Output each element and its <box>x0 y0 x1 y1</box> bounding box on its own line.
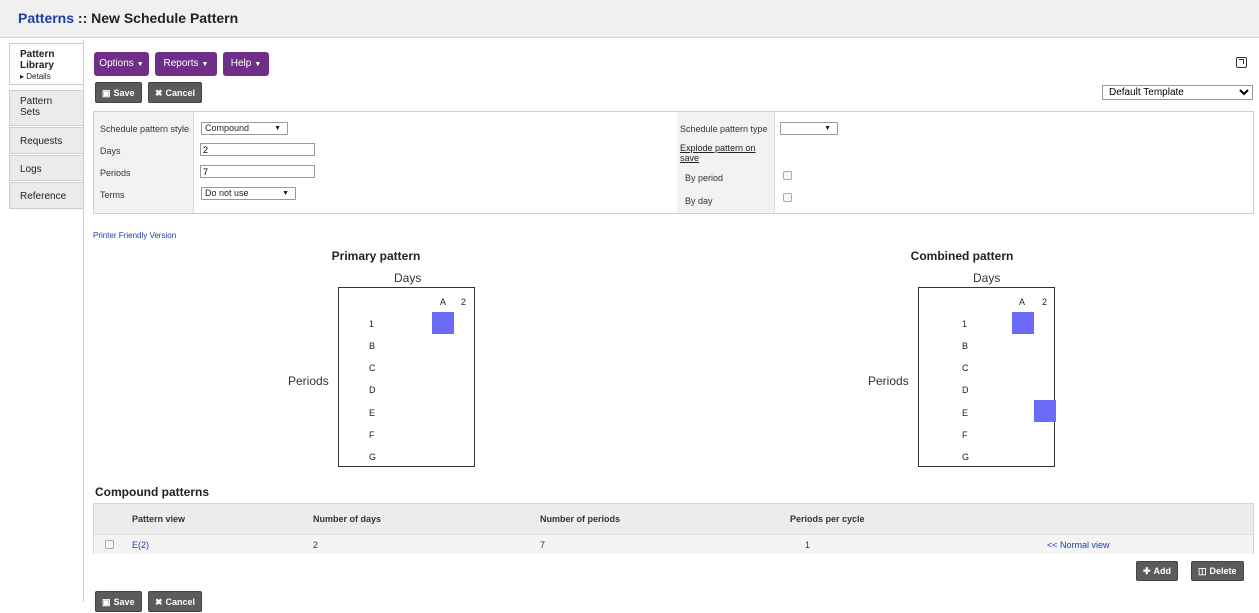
tab-label: Logs <box>20 164 42 175</box>
number-of-days-cell: 2 <box>313 540 319 550</box>
tab-pattern-library[interactable]: Pattern Library ▸ Details <box>9 43 84 85</box>
tab-requests[interactable]: Requests <box>9 127 84 154</box>
save-button[interactable]: ▣ Save <box>95 82 142 103</box>
table-row[interactable]: E(2) 2 7 1 << Normal view <box>94 534 1253 554</box>
period-header: D <box>369 385 376 395</box>
periods-field[interactable] <box>200 165 315 178</box>
style-label: Schedule pattern style <box>100 124 190 134</box>
reports-menu-button[interactable]: Reports ▼ <box>155 52 217 76</box>
period-header: B <box>369 341 376 351</box>
period-header: B <box>962 341 969 351</box>
chevron-down-icon: ▼ <box>136 61 144 68</box>
chevron-down-icon: ▼ <box>282 190 289 197</box>
tab-reference[interactable]: Reference <box>9 182 84 209</box>
by-period-checkbox[interactable] <box>783 171 792 180</box>
page-title: Patterns :: New Schedule Pattern <box>18 10 239 26</box>
day-header: 2 <box>461 297 467 307</box>
by-day-label: By day <box>685 196 713 206</box>
tab-label: Pattern Sets <box>20 96 53 118</box>
trash-icon: ◫ <box>1198 566 1207 576</box>
chevron-down-icon: ▼ <box>824 125 831 132</box>
add-button[interactable]: ✚ Add <box>1136 561 1179 581</box>
period-header: F <box>962 430 968 440</box>
by-period-label: By period <box>685 173 724 183</box>
column-header[interactable]: Periods per cycle <box>790 514 865 524</box>
chevron-down-icon: ▼ <box>274 125 281 132</box>
pattern-cell[interactable] <box>1034 400 1056 422</box>
primary-pattern-grid: A 2 1 B C D E F G <box>338 287 475 467</box>
period-header: E <box>962 408 969 418</box>
by-day-checkbox[interactable] <box>783 193 792 202</box>
title-bar: Patterns :: New Schedule Pattern <box>0 0 1259 38</box>
normal-view-link[interactable]: << Normal view <box>1047 540 1110 550</box>
row-checkbox[interactable] <box>105 540 114 549</box>
day-header: A <box>1019 297 1026 307</box>
compound-patterns-title: Compound patterns <box>95 485 209 499</box>
period-header: F <box>369 430 375 440</box>
combined-pattern-title: Combined pattern <box>910 249 1014 263</box>
days-label: Days <box>100 146 121 156</box>
floppy-disk-icon: ▣ <box>102 88 111 98</box>
type-select[interactable]: ▼ <box>780 122 838 135</box>
breadcrumb-patterns[interactable]: Patterns <box>18 10 74 26</box>
period-header: 1 <box>962 319 968 329</box>
compound-patterns-table: Pattern view Number of days Number of pe… <box>93 503 1254 554</box>
number-of-periods-cell: 7 <box>540 540 546 550</box>
options-menu-button[interactable]: Options ▼ <box>94 52 149 76</box>
days-field[interactable] <box>200 143 315 156</box>
column-header[interactable]: Number of days <box>313 514 381 524</box>
primary-periods-label: Periods <box>288 374 329 388</box>
close-icon: ✖ <box>155 597 163 607</box>
periods-label: Periods <box>100 168 131 178</box>
floppy-disk-icon: ▣ <box>102 597 111 607</box>
style-select[interactable]: Compound ▼ <box>201 122 288 135</box>
period-header: D <box>962 385 969 395</box>
period-header: 1 <box>369 319 375 329</box>
period-header: C <box>962 363 969 373</box>
pattern-cell[interactable] <box>432 312 454 334</box>
tab-label: Pattern Library <box>20 49 55 71</box>
period-header: E <box>369 408 376 418</box>
help-menu-button[interactable]: Help ▼ <box>223 52 269 76</box>
table-header: Pattern view Number of days Number of pe… <box>94 504 1253 534</box>
type-label: Schedule pattern type <box>680 124 768 134</box>
terms-select[interactable]: Do not use ▼ <box>201 187 296 200</box>
pattern-cell[interactable] <box>1012 312 1034 334</box>
combined-periods-label: Periods <box>868 374 909 388</box>
combined-pattern-grid: A 2 1 B C D E F G <box>918 287 1056 467</box>
tab-label: Requests <box>20 136 63 147</box>
chevron-down-icon: ▼ <box>201 61 209 68</box>
primary-days-label: Days <box>394 271 422 285</box>
period-header: G <box>369 452 377 462</box>
column-header[interactable]: Pattern view <box>132 514 185 524</box>
tab-sub-details[interactable]: ▸ Details <box>20 71 83 82</box>
tab-logs[interactable]: Logs <box>9 155 84 181</box>
pattern-form: Schedule pattern style Compound▼ Days Pe… <box>93 111 1254 214</box>
tab-pattern-sets[interactable]: Pattern Sets <box>9 90 84 126</box>
period-header: G <box>962 452 970 462</box>
day-header: 2 <box>1042 297 1048 307</box>
tab-label: Reference <box>20 191 67 202</box>
delete-button[interactable]: ◫ Delete <box>1191 561 1244 581</box>
side-tabs: Pattern Library ▸ Details Pattern Sets R… <box>0 38 84 602</box>
cancel-button[interactable]: ✖ Cancel <box>148 82 203 103</box>
explode-label: Explode pattern on save <box>680 143 756 163</box>
chevron-down-icon: ▼ <box>254 61 262 68</box>
period-header: C <box>369 363 376 373</box>
terms-label: Terms <box>100 190 125 200</box>
periods-per-cycle-cell: 1 <box>805 540 811 550</box>
column-header[interactable]: Number of periods <box>540 514 620 524</box>
close-icon: ✖ <box>155 88 163 98</box>
template-select[interactable]: Default Template <box>1102 85 1253 100</box>
combined-days-label: Days <box>973 271 1001 285</box>
plus-icon: ✚ <box>1143 566 1151 576</box>
primary-pattern-title: Primary pattern <box>331 249 421 263</box>
pattern-view-link[interactable]: E(2) <box>132 540 149 550</box>
popout-icon[interactable] <box>1236 57 1247 68</box>
printer-friendly-link[interactable]: Printer Friendly Version <box>93 231 176 240</box>
day-header: A <box>440 297 447 307</box>
